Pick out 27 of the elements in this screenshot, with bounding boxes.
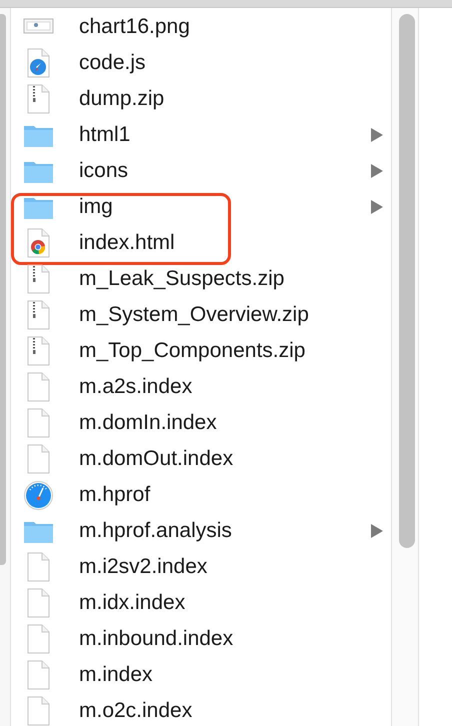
scrollbar-thumb[interactable] <box>399 14 415 548</box>
expand-arrow-icon[interactable] <box>371 200 383 214</box>
file-name[interactable]: m.index <box>79 663 391 687</box>
file-name[interactable]: m.hprof <box>79 483 391 507</box>
file-name[interactable]: dump.zip <box>79 87 391 111</box>
file-name[interactable]: chart16.png <box>79 15 391 39</box>
file-name[interactable]: m.idx.index <box>79 591 391 615</box>
file-name[interactable]: m.domIn.index <box>79 411 391 435</box>
file-name[interactable]: m.a2s.index <box>79 375 391 399</box>
file-name[interactable]: img <box>79 195 371 219</box>
file-name[interactable]: m.hprof.analysis <box>79 519 371 543</box>
file-name[interactable]: index.html <box>79 231 391 255</box>
file-name[interactable]: html1 <box>79 123 371 147</box>
file-name[interactable]: m_Top_Components.zip <box>79 339 391 363</box>
file-name[interactable]: m.i2sv2.index <box>79 555 391 579</box>
expand-arrow-icon[interactable] <box>371 164 383 178</box>
file-name[interactable]: code.js <box>79 51 391 75</box>
scrollbar-thumb[interactable] <box>0 14 6 565</box>
file-name[interactable]: m_Leak_Suspects.zip <box>79 267 391 291</box>
gauge-icon <box>23 480 54 510</box>
file-name[interactable]: m.domOut.index <box>79 447 391 471</box>
file-name[interactable]: m.inbound.index <box>79 627 391 651</box>
expand-arrow-icon[interactable] <box>371 128 383 142</box>
file-name[interactable]: icons <box>79 159 371 183</box>
file-name[interactable]: m_System_Overview.zip <box>79 303 391 327</box>
file-name[interactable]: m.o2c.index <box>79 699 391 723</box>
expand-arrow-icon[interactable] <box>371 524 383 538</box>
